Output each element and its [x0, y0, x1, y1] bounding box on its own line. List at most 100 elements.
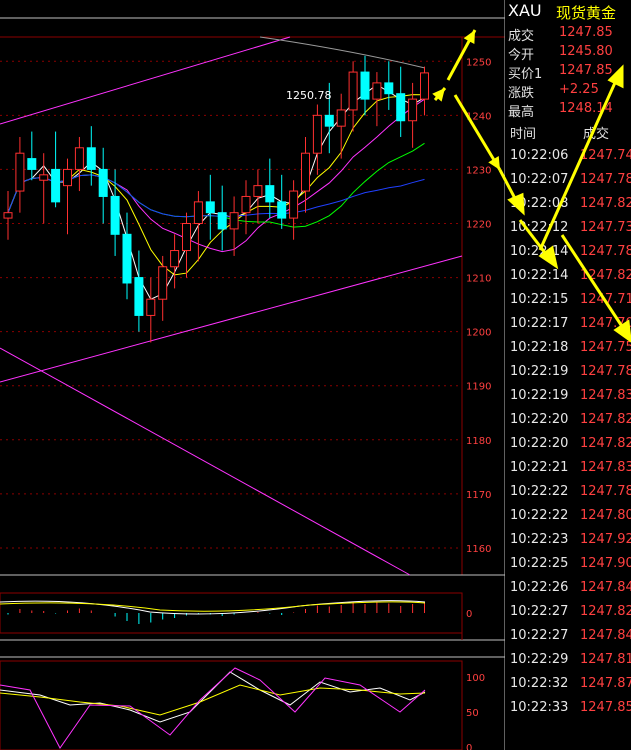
tick-time: 10:22:19 — [510, 364, 569, 379]
tick-price: 1247.82 — [580, 436, 631, 451]
tick-time: 10:22:20 — [510, 412, 569, 427]
symbol-code: XAU — [508, 1, 542, 20]
candlesticks — [3, 55, 429, 343]
candle-body — [217, 212, 227, 230]
candle-body — [336, 109, 346, 127]
tick-row: 10:22:06 1247.74 — [505, 145, 631, 169]
candle-body — [420, 72, 429, 100]
quote-row: 最高 1248.14 — [505, 100, 631, 120]
tick-time: 10:22:19 — [510, 388, 569, 403]
quote-value: 1245.80 — [559, 44, 613, 59]
tick-time: 10:22:06 — [510, 148, 569, 163]
j-line — [0, 667, 426, 749]
candle-body — [110, 195, 120, 235]
kdj-tick: 50 — [466, 708, 479, 719]
kdj-panel: 100 50 0 — [0, 667, 485, 750]
candle-body — [122, 233, 132, 284]
price-tick: 1200 — [466, 328, 491, 339]
candle-body — [301, 152, 310, 192]
candle-body — [134, 277, 144, 316]
macd-panel: 0 — [0, 600, 472, 624]
down-trend-line — [0, 347, 411, 576]
tick-time: 10:22:14 — [510, 268, 569, 283]
kdj-tick: 100 — [466, 673, 485, 684]
tick-row: 10:22:33 1247.85 — [505, 697, 631, 721]
kdj-frame — [0, 660, 463, 750]
tick-price: 1247.78 — [580, 244, 631, 259]
candle-body — [51, 168, 61, 203]
tick-row: 10:22:32 1247.87 — [505, 673, 631, 697]
tick-price: 1247.82 — [580, 196, 631, 211]
tick-row: 10:22:26 1247.84 — [505, 577, 631, 601]
kdj-tick: 0 — [466, 743, 472, 750]
tick-row: 10:22:14 1247.78 — [505, 241, 631, 265]
tick-time: 10:22:26 — [510, 580, 569, 595]
candle-body — [3, 212, 13, 219]
tick-price: 1247.82 — [580, 604, 631, 619]
lower-channel-line — [0, 255, 463, 383]
tick-row: 10:22:21 1247.83 — [505, 457, 631, 481]
tick-row: 10:22:18 1247.75 — [505, 337, 631, 361]
price-tick: 1180 — [466, 436, 491, 447]
tick-price: 1247.74 — [580, 148, 631, 163]
price-tick: 1220 — [466, 219, 491, 230]
quote-row: 买价1 1247.85 — [505, 62, 631, 82]
price-tick: 1160 — [466, 544, 491, 555]
candle-body — [408, 98, 418, 122]
quote-label: 涨跌 — [508, 86, 535, 101]
candle-body — [182, 222, 191, 252]
tick-time: 10:22:22 — [510, 484, 569, 499]
tick-price: 1247.87 — [580, 676, 631, 691]
tick-time: 10:22:18 — [510, 340, 569, 355]
tick-time: 10:22:32 — [510, 676, 569, 691]
tick-time: 10:22:08 — [510, 196, 569, 211]
tick-row: 10:22:20 1247.82 — [505, 433, 631, 457]
kline-chart[interactable]: 0 100500 1250124012301220121012001190118… — [0, 0, 505, 750]
tick-time: 10:22:22 — [510, 508, 569, 523]
tick-row: 10:22:22 1247.78 — [505, 481, 631, 505]
high-label: 1250.78 — [286, 89, 332, 102]
candle-body — [63, 168, 72, 187]
tick-price: 1247.70 — [580, 316, 631, 331]
candle-body — [86, 147, 96, 170]
tick-price: 1247.78 — [580, 484, 631, 499]
tick-time: 10:22:20 — [510, 436, 569, 451]
price-tick: 1210 — [466, 274, 491, 285]
macd-tick: 0 — [466, 609, 472, 620]
candle-body — [170, 250, 180, 268]
tick-price: 1247.78 — [580, 364, 631, 379]
tick-time: 10:22:07 — [510, 172, 569, 187]
quote-value: 1248.14 — [559, 101, 613, 116]
quote-label: 最高 — [508, 105, 535, 120]
tick-time: 10:22:15 — [510, 292, 569, 307]
tick-time: 10:22:17 — [510, 316, 569, 331]
tick-price: 1247.81 — [580, 652, 631, 667]
candle-body — [27, 158, 37, 170]
tick-time: 10:22:27 — [510, 628, 569, 643]
quote-value: 1247.85 — [559, 25, 613, 40]
tick-price: 1247.90 — [580, 556, 631, 571]
candle-body — [372, 82, 382, 100]
candle-body — [146, 298, 156, 316]
candle-body — [241, 195, 251, 214]
candle-body — [396, 93, 406, 122]
price-tick: 1250 — [466, 57, 491, 68]
tick-price: 1247.80 — [580, 508, 631, 523]
candle-body — [265, 185, 275, 203]
tick-row: 10:22:17 1247.70 — [505, 313, 631, 337]
quote-row: 成交 1247.85 — [505, 24, 631, 44]
tick-time: 10:22:29 — [510, 652, 569, 667]
tick-time: 10:22:21 — [510, 460, 569, 475]
candle-body — [205, 201, 215, 214]
symbol-header: XAU 现货黄金 — [505, 0, 631, 24]
ticks-header-price: 成交 — [583, 127, 610, 142]
candle-body — [324, 114, 334, 127]
ma-long-line — [259, 36, 426, 69]
tick-price: 1247.92 — [580, 532, 631, 547]
tick-row: 10:22:19 1247.78 — [505, 361, 631, 385]
moving-averages — [7, 84, 425, 300]
price-tick: 1190 — [466, 382, 491, 393]
tick-price: 1247.83 — [580, 388, 631, 403]
quote-value: +2.25 — [559, 82, 599, 97]
tick-row: 10:22:29 1247.81 — [505, 649, 631, 673]
